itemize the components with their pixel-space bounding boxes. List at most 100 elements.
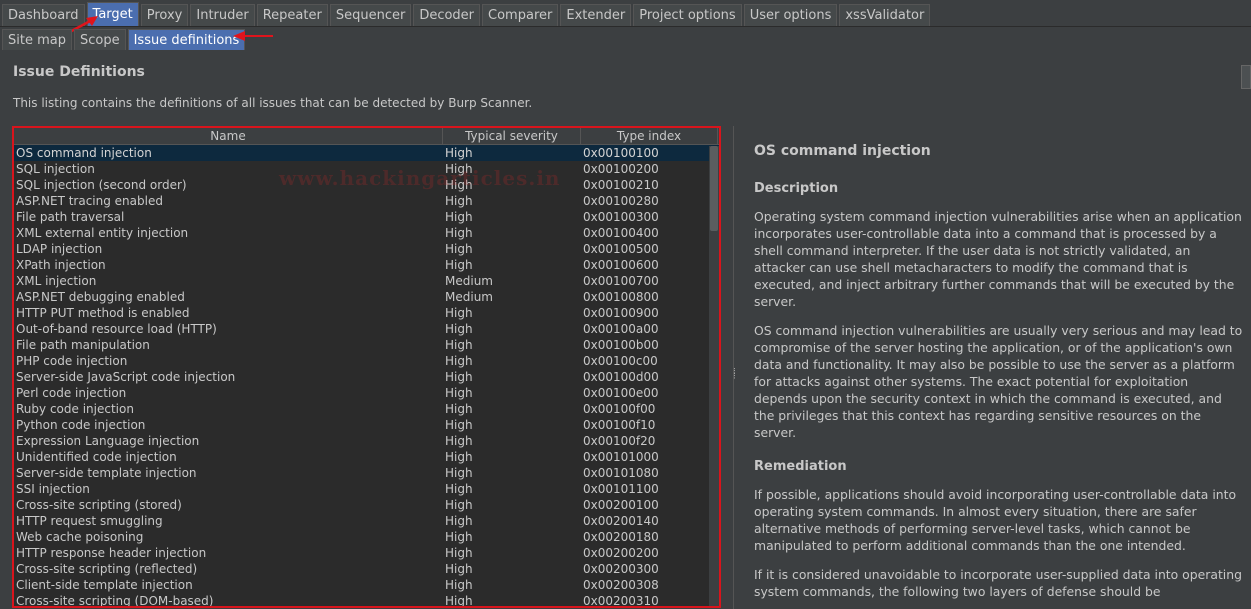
table-row[interactable]: HTTP response header injection High 0x0020… (14, 545, 719, 561)
cell-name: Expression Language injection (16, 434, 200, 448)
table-row[interactable]: XML injection Medium 0x00100700 (14, 273, 719, 289)
main-tab-bar: Dashboard Target Proxy Intruder Repeater Sequ… (0, 0, 1251, 27)
page-description: This listing contains the definitions of… (13, 96, 533, 110)
description-section: Description Operating system command inj… (754, 181, 1245, 441)
table-row[interactable]: HTTP request smuggling High 0x00200140 (14, 513, 719, 529)
cell-name: SSI injection (16, 482, 90, 496)
cell-name: Cross-site scripting (DOM-based) (16, 594, 214, 608)
table-row[interactable]: Web cache poisoning High 0x00200180 (14, 529, 719, 545)
column-header-type-index[interactable]: Type index (581, 128, 718, 144)
cell-severity: Medium (445, 274, 493, 288)
column-header-severity[interactable]: Typical severity (443, 128, 581, 144)
cell-type-index: 0x00200140 (583, 514, 659, 528)
table-row[interactable]: ASP.NET tracing enabled High 0x00100280 (14, 193, 719, 209)
cell-severity: High (445, 530, 473, 544)
cell-name: PHP code injection (16, 354, 128, 368)
table-row[interactable]: Server-side template injection High 0x0010… (14, 465, 719, 481)
table-row[interactable]: File path traversal High 0x00100300 (14, 209, 719, 225)
cell-type-index: 0x00200100 (583, 498, 659, 512)
table-row[interactable]: PHP code injection High 0x00100c00 (14, 353, 719, 369)
cell-name: File path manipulation (16, 338, 150, 352)
cell-type-index: 0x00100210 (583, 178, 659, 192)
cell-severity: High (445, 242, 473, 256)
cell-severity: High (445, 402, 473, 416)
tab-sequencer[interactable]: Sequencer (329, 4, 412, 26)
tab-intruder[interactable]: Intruder (190, 4, 255, 26)
watermark-text: www.hackingarticles.in (279, 166, 561, 190)
tab-extender[interactable]: Extender (560, 4, 632, 26)
tab-decoder[interactable]: Decoder (413, 4, 481, 26)
table-row[interactable]: Python code injection High 0x00100f10 (14, 417, 719, 433)
cell-severity: High (445, 466, 473, 480)
cell-type-index: 0x00101100 (583, 482, 659, 496)
cell-severity: High (445, 562, 473, 576)
cell-type-index: 0x00100c00 (583, 354, 658, 368)
remediation-paragraph: If it is considered unavoidable to incor… (754, 567, 1242, 599)
tab-repeater[interactable]: Repeater (256, 4, 328, 26)
table-body: OS command injection High 0x00100100 SQL in… (14, 145, 719, 608)
table-row[interactable]: XPath injection High 0x00100600 (14, 257, 719, 273)
table-scrollbar[interactable] (709, 146, 719, 606)
cell-severity: High (445, 594, 473, 608)
tab-dashboard[interactable]: Dashboard (2, 4, 85, 26)
subtab-scope[interactable]: Scope (73, 29, 126, 50)
table-row[interactable]: Cross-site scripting (reflected) High 0x00… (14, 561, 719, 577)
cell-severity: High (445, 354, 473, 368)
cell-severity: High (445, 514, 473, 528)
table-row[interactable]: XML external entity injection High 0x00100… (14, 225, 719, 241)
cell-name: Cross-site scripting (stored) (16, 498, 182, 512)
table-row[interactable]: Ruby code injection High 0x00100f00 (14, 401, 719, 417)
column-header-name[interactable]: Name (14, 128, 443, 144)
table-row[interactable]: Client-side template injection High 0x0020… (14, 577, 719, 593)
subtab-site-map[interactable]: Site map (2, 29, 72, 50)
subtab-issue-definitions[interactable]: Issue definitions (127, 29, 246, 50)
page-title: Issue Definitions (13, 64, 145, 80)
sub-tab-bar: Site map Scope Issue definitions (0, 28, 1251, 50)
description-paragraph: Operating system command injection vulne… (754, 209, 1242, 309)
cell-type-index: 0x00100600 (583, 258, 659, 272)
cell-name: Python code injection (16, 418, 146, 432)
table-row[interactable]: OS command injection High 0x00100100 (14, 145, 719, 161)
cell-severity: High (445, 322, 473, 336)
tab-xssvalidator[interactable]: xssValidator (839, 4, 931, 26)
table-row[interactable]: Server-side JavaScript code injection Hig… (14, 369, 719, 385)
cell-severity: High (445, 418, 473, 432)
options-button[interactable] (1241, 65, 1251, 89)
splitter-grip-icon[interactable]: ⁝ ⁝ (733, 368, 736, 382)
tab-project-options[interactable]: Project options (633, 4, 742, 26)
table-row[interactable]: SSI injection High 0x00101100 (14, 481, 719, 497)
cell-severity: High (445, 546, 473, 560)
table-row[interactable]: Out-of-band resource load (HTTP) High 0x00… (14, 321, 719, 337)
table-row[interactable]: File path manipulation High 0x00100b00 (14, 337, 719, 353)
cell-name: HTTP request smuggling (16, 514, 163, 528)
cell-name: Server-side template injection (16, 466, 197, 480)
table-row[interactable]: Expression Language injection High 0x00100… (14, 433, 719, 449)
cell-type-index: 0x00200310 (583, 594, 659, 608)
cell-name: HTTP response header injection (16, 546, 207, 560)
issue-definitions-table: Name Typical severity Type index OS comm… (12, 126, 721, 608)
cell-type-index: 0x00100500 (583, 242, 659, 256)
table-row[interactable]: ASP.NET debugging enabled Medium 0x0010080… (14, 289, 719, 305)
tab-proxy[interactable]: Proxy (140, 4, 189, 26)
cell-severity: High (445, 434, 473, 448)
table-row[interactable]: HTTP PUT method is enabled High 0x00100900 (14, 305, 719, 321)
cell-severity: High (445, 386, 473, 400)
cell-severity: High (445, 370, 473, 384)
tab-comparer[interactable]: Comparer (482, 4, 559, 26)
issue-detail-pane: OS command injection Description Operati… (738, 127, 1251, 609)
table-row[interactable]: Cross-site scripting (stored) High 0x00200… (14, 497, 719, 513)
cell-type-index: 0x00100800 (583, 290, 659, 304)
tab-target[interactable]: Target (86, 2, 139, 26)
table-row[interactable]: Unidentified code injection High 0x0010100… (14, 449, 719, 465)
tab-user-options[interactable]: User options (743, 4, 838, 26)
table-row[interactable]: LDAP injection High 0x00100500 (14, 241, 719, 257)
cell-name: XML external entity injection (16, 226, 189, 240)
cell-type-index: 0x00100f10 (583, 418, 656, 432)
cell-name: Perl code injection (16, 386, 127, 400)
cell-severity: Medium (445, 290, 493, 304)
table-header: Name Typical severity Type index (14, 128, 719, 145)
table-row[interactable]: Cross-site scripting (DOM-based) High 0x00… (14, 593, 719, 608)
table-row[interactable]: Perl code injection High 0x00100e00 (14, 385, 719, 401)
cell-severity: High (445, 338, 473, 352)
scroll-thumb[interactable] (710, 146, 718, 231)
